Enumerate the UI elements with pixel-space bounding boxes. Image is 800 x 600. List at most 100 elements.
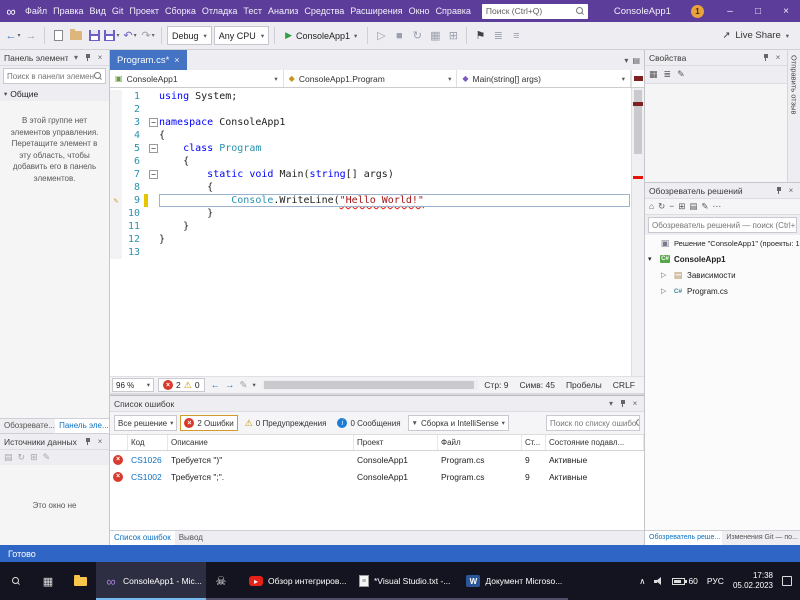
errors-filter-button[interactable]: 2 Ошибки [180,415,237,431]
scope-dropdown[interactable]: Все решение▾ [114,415,177,431]
close-icon[interactable]: × [773,53,783,62]
indent-icon[interactable]: ≡ [508,26,524,46]
solution-explorer-title-bar[interactable]: Обозреватель решений × [645,183,800,199]
breakpoint-margin[interactable]: ✎ [110,194,122,207]
box-icon[interactable]: ▤ [4,452,13,463]
code-line[interactable]: 13 [110,246,631,259]
next-issue-icon[interactable]: → [225,380,235,391]
dock-tab[interactable]: Панель эле... [55,419,109,433]
menu-item[interactable]: Расширения [347,0,405,22]
clock[interactable]: 17:38 05.02.2023 [733,571,773,591]
redo-icon[interactable]: ↷▾ [140,26,156,46]
error-row[interactable]: CS1002 Требуется ";". ConsoleApp1 Progra… [110,468,644,485]
battery-indicator[interactable]: 60 [672,576,697,586]
panel-tab[interactable]: Вывод [175,531,207,545]
more-icon[interactable]: ⋯ [713,201,722,212]
column-header[interactable]: Описание [168,435,354,450]
fold-margin[interactable]: − [148,116,159,129]
feedback-edge-tab[interactable]: Отправить отзыв [787,50,800,182]
pencil-icon[interactable]: ✎ [43,452,51,463]
save-all-icon[interactable]: ▾ [104,26,120,46]
breakpoint-margin[interactable] [110,246,122,259]
save-icon[interactable] [86,26,102,46]
close-icon[interactable]: × [630,399,640,408]
code-text[interactable]: { [159,129,631,142]
code-line[interactable]: 11 } [110,220,631,233]
pin-icon[interactable] [775,186,783,195]
task-view-button[interactable]: ▦ [32,562,64,600]
code-line[interactable]: 12} [110,233,631,246]
maximize-button[interactable]: □ [744,0,772,22]
toolbox-search-input[interactable]: Поиск в панели элемен [3,68,106,84]
code-line[interactable]: 4{ [110,129,631,142]
panel-tab[interactable]: Список ошибок [110,531,175,545]
code-lines[interactable]: 1using System;23−namespace ConsoleApp14{… [110,88,631,376]
menu-item[interactable]: Средства [301,0,347,22]
column-header[interactable] [110,435,128,450]
breakpoint-margin[interactable] [110,90,122,103]
bookmark-icon[interactable]: ⚑ [472,26,488,46]
taskbar-search-button[interactable] [0,562,32,600]
taskbar-app-button[interactable]: Документ Microso... [458,562,568,600]
code-line[interactable]: 1using System; [110,90,631,103]
breakpoint-margin[interactable] [110,168,122,181]
windows-icon[interactable]: ⊞ [678,201,685,212]
close-icon[interactable]: × [95,437,105,446]
code-line[interactable]: 2 [110,103,631,116]
refresh-icon[interactable]: ↻ [409,26,425,46]
new-file-icon[interactable] [50,26,66,46]
live-share-button[interactable]: ↗ Live Share ▾ [722,30,795,41]
menu-item[interactable]: Правка [50,0,86,22]
undo-icon[interactable]: ↶▾ [122,26,138,46]
scrollbar-thumb[interactable] [634,90,642,154]
menu-item[interactable]: Сборка [162,0,199,22]
platform-dropdown[interactable]: Any CPU▾ [214,26,269,45]
type-dropdown[interactable]: ◆ ConsoleApp1.Program ▾ [284,70,458,87]
code-text[interactable]: Console.WriteLine("Hello World!" [159,194,631,207]
error-code-link[interactable]: CS1002 [128,468,168,485]
line-indicator[interactable]: Стр: 9 [484,380,508,390]
solution-search-input[interactable]: Обозреватель решений — поиск (Ctrl+» [648,217,797,233]
dock-tab[interactable]: Обозревате... [0,419,55,433]
file-explorer-button[interactable] [64,562,96,600]
code-text[interactable]: class Program [159,142,631,155]
chevron-down-icon[interactable]: ▾ [624,56,628,65]
configuration-dropdown[interactable]: Debug▾ [167,26,212,45]
tree-item[interactable]: Зависимости [645,267,800,283]
pin-icon[interactable] [762,53,770,62]
pin-icon[interactable] [619,399,627,408]
code-text[interactable]: namespace ConsoleApp1 [159,116,631,129]
menu-item[interactable]: Окно [406,0,433,22]
messages-filter-button[interactable]: i 0 Сообщения [333,415,404,431]
fold-margin[interactable] [148,155,159,168]
fold-margin[interactable] [148,233,159,246]
source-dropdown[interactable]: ▼ Сборка и IntelliSense▾ [408,415,509,431]
taskbar-app-button[interactable]: *Visual Studio.txt -... [351,562,458,600]
warnings-filter-button[interactable]: ⚠ 0 Предупреждения [241,415,331,431]
breakpoint-margin[interactable] [110,116,122,129]
breakpoint-margin[interactable] [110,233,122,246]
code-text[interactable] [159,103,631,116]
home-icon[interactable]: ⌂ [649,201,654,212]
code-text[interactable]: } [159,220,631,233]
column-header[interactable]: Состояние подавл... [546,435,644,450]
tree-item[interactable]: ConsoleApp1 [645,251,800,267]
code-text[interactable]: static void Main(string[] args) [159,168,631,181]
code-editor[interactable]: 1using System;23−namespace ConsoleApp14{… [110,88,644,376]
start-without-debugging-icon[interactable]: ▷ [373,26,389,46]
start-debugging-button[interactable]: ▶ ConsoleApp1 ▾ [280,26,362,46]
code-line[interactable]: 10 } [110,207,631,220]
column-header[interactable]: Код [128,435,168,450]
pin-icon[interactable] [84,437,92,446]
vertical-scrollbar[interactable] [631,88,644,376]
code-text[interactable]: { [159,155,631,168]
taskbar-app-button[interactable]: Обзор интегриров... [241,562,351,600]
prev-issue-icon[interactable]: ← [211,380,221,391]
minimize-button[interactable]: – [716,0,744,22]
fold-margin[interactable] [148,207,159,220]
close-icon[interactable]: × [95,53,105,62]
expander-icon[interactable] [661,271,669,279]
code-line[interactable]: 7− static void Main(string[] args) [110,168,631,181]
grid-icon[interactable]: ▦ [427,26,443,46]
code-text[interactable]: } [159,233,631,246]
